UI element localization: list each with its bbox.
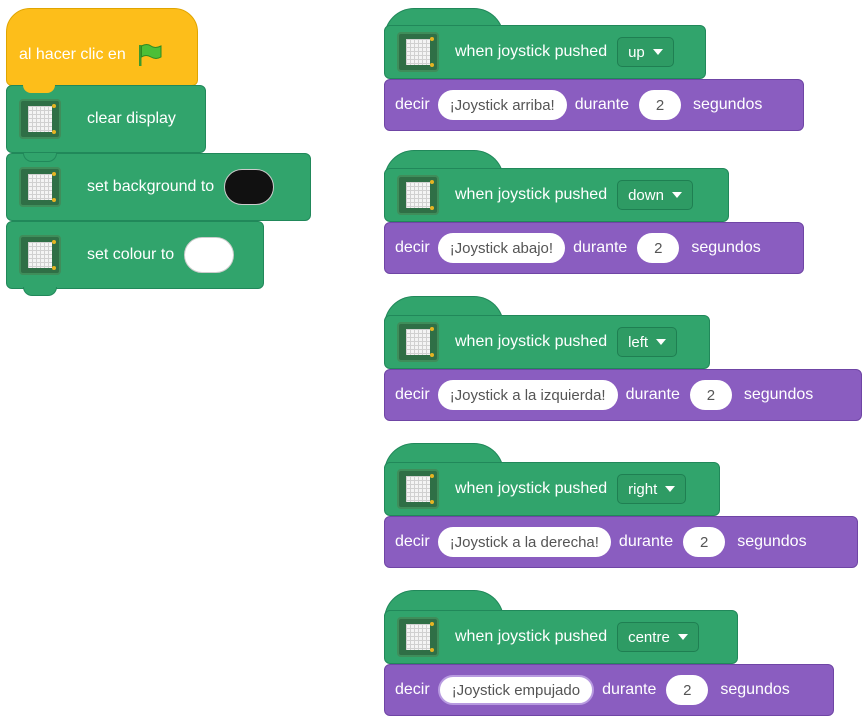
say-label: decir [395,681,430,698]
set-colour-label: set colour to [87,246,175,263]
joystick-hat-label: when joystick pushed [455,628,608,645]
joystick-down-hat-block[interactable]: when joystick pushed down [384,168,729,222]
dropdown-arrow-icon [671,192,682,198]
sense-hat-icon [19,167,61,207]
dropdown-arrow-icon [665,486,676,492]
joystick-hat-label: when joystick pushed [455,480,608,497]
joystick-hat-label: when joystick pushed [455,43,608,60]
direction-dropdown[interactable]: right [617,474,687,504]
duration-label: durante [574,96,629,113]
set-background-block[interactable]: set background to [6,153,311,221]
seconds-input[interactable]: 2 [638,90,681,120]
seconds-input[interactable]: 2 [666,675,709,705]
dropdown-arrow-icon [652,49,663,55]
direction-value: down [628,186,664,204]
clear-display-block[interactable]: clear display [6,85,206,153]
seconds-input[interactable]: 2 [689,380,732,410]
say-for-secs-block[interactable]: decir ¡Joystick a la derecha! durante 2 … [384,516,858,568]
dropdown-arrow-icon [656,339,667,345]
direction-dropdown[interactable]: centre [617,622,699,652]
block-tab [23,287,57,296]
say-label: decir [395,96,430,113]
seconds-label: segundos [737,533,807,550]
seconds-label: segundos [692,96,763,113]
duration-label: durante [618,533,674,550]
joystick-centre-hat-block[interactable]: when joystick pushed centre [384,610,738,664]
block-notch [23,153,57,162]
seconds-input[interactable]: 2 [637,233,680,263]
joystick-hat-label: when joystick pushed [455,186,608,203]
seconds-label: segundos [691,239,761,256]
seconds-input[interactable]: 2 [683,527,726,557]
say-label: decir [395,533,430,550]
sense-hat-icon [397,617,439,657]
sense-hat-icon [397,32,439,72]
background-color-swatch[interactable] [224,169,275,205]
colour-swatch[interactable] [184,237,235,273]
direction-value: up [628,43,645,61]
sense-hat-icon [397,322,439,362]
duration-label: durante [573,239,628,256]
say-label: decir [395,386,430,403]
sense-hat-icon [19,99,61,139]
message-input[interactable]: ¡Joystick empujado [437,675,595,705]
set-colour-block[interactable]: set colour to [6,221,264,296]
message-input[interactable]: ¡Joystick arriba! [437,90,567,120]
block-notch [23,85,55,93]
sense-hat-icon [397,469,439,509]
sense-hat-icon [19,235,61,275]
sense-hat-icon [397,175,439,215]
direction-dropdown[interactable]: up [617,37,674,67]
seconds-label: segundos [743,386,814,403]
message-input[interactable]: ¡Joystick abajo! [437,233,566,263]
when-flag-clicked-label: al hacer clic en [19,46,126,63]
clear-display-label: clear display [87,110,176,127]
say-for-secs-block[interactable]: decir ¡Joystick empujado durante 2 segun… [384,664,834,716]
green-flag-icon [138,44,162,66]
say-for-secs-block[interactable]: decir ¡Joystick a la izquierda! durante … [384,369,862,421]
dropdown-arrow-icon [677,634,688,640]
duration-label: durante [602,681,657,698]
direction-value: right [628,480,658,498]
message-input[interactable]: ¡Joystick a la izquierda! [437,380,618,410]
direction-dropdown[interactable]: down [617,180,693,210]
joystick-right-hat-block[interactable]: when joystick pushed right [384,462,720,516]
set-background-label: set background to [87,178,215,195]
when-flag-clicked-block[interactable]: al hacer clic en [6,8,198,86]
say-for-secs-block[interactable]: decir ¡Joystick abajo! durante 2 segundo… [384,222,804,274]
seconds-label: segundos [720,681,790,698]
direction-dropdown[interactable]: left [617,327,678,357]
message-input[interactable]: ¡Joystick a la derecha! [437,527,611,557]
direction-value: left [628,333,649,351]
say-for-secs-block[interactable]: decir ¡Joystick arriba! durante 2 segund… [384,79,804,131]
direction-value: centre [628,628,670,646]
duration-label: durante [625,386,680,403]
joystick-left-hat-block[interactable]: when joystick pushed left [384,315,710,369]
joystick-hat-label: when joystick pushed [455,333,608,350]
say-label: decir [395,239,430,256]
joystick-up-hat-block[interactable]: when joystick pushed up [384,25,706,79]
